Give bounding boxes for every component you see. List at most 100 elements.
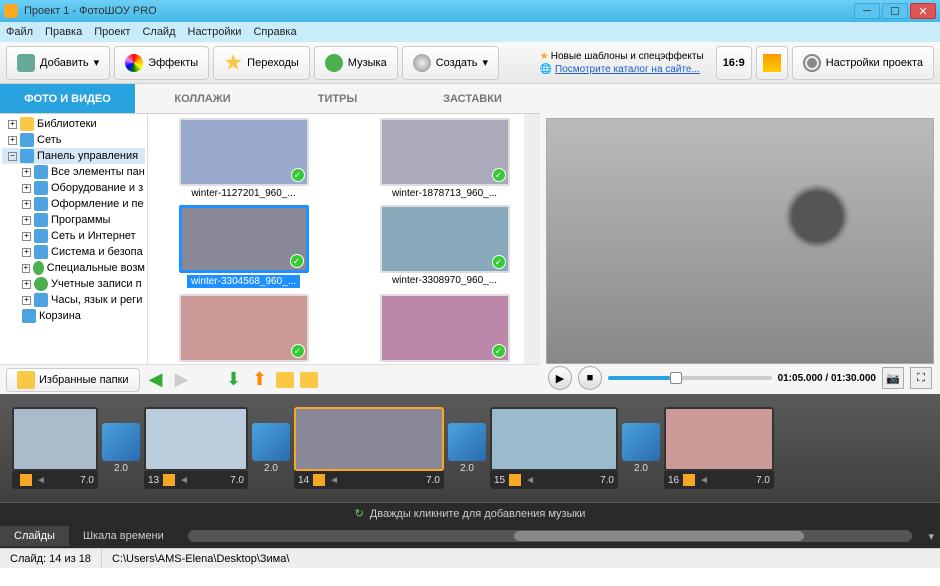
thumbnail-label: winter-3308970_960_...	[392, 275, 497, 286]
preview-video[interactable]	[546, 118, 934, 364]
menu-Проект[interactable]: Проект	[94, 26, 130, 38]
timeline-slide[interactable]: ◄ 7.0	[12, 407, 98, 489]
down-arrow-icon[interactable]: ⬇	[224, 370, 244, 390]
tree-item[interactable]: Корзина	[2, 308, 145, 324]
thumbnail[interactable]: ✓winter-1878713_960_...	[353, 118, 536, 199]
menu-Слайд[interactable]: Слайд	[142, 26, 175, 38]
timeline-slide[interactable]: 14 ◄ 7.0	[294, 407, 444, 489]
thumbnail[interactable]: ✓woman-3083400_960_...	[353, 294, 536, 364]
expand-icon[interactable]: +	[22, 280, 31, 289]
menu-Справка[interactable]: Справка	[253, 26, 296, 38]
timeline-scrollbar[interactable]	[188, 530, 913, 542]
folder-up-icon[interactable]	[300, 372, 318, 388]
transition-duration: 2.0	[264, 463, 278, 474]
color-button[interactable]	[756, 46, 788, 80]
tab-0[interactable]: ФОТО И ВИДЕО	[0, 84, 135, 114]
expand-icon[interactable]: +	[22, 200, 31, 209]
tree-item[interactable]: +Программы	[2, 212, 145, 228]
tree-item[interactable]: +Часы, язык и реги	[2, 292, 145, 308]
close-button[interactable]: ✕	[910, 3, 936, 19]
tree-item[interactable]: +Библиотеки	[2, 116, 145, 132]
folder-down-icon[interactable]	[276, 372, 294, 388]
expand-icon[interactable]: +	[22, 264, 30, 273]
pencil-icon[interactable]	[313, 474, 325, 486]
effects-button[interactable]: Эффекты	[114, 46, 209, 80]
transition[interactable]: 2.0	[622, 423, 660, 474]
timeline-slide[interactable]: 13 ◄ 7.0	[144, 407, 248, 489]
folder-icon	[34, 229, 48, 243]
pencil-icon[interactable]	[20, 474, 32, 486]
up-arrow-icon[interactable]: ⬆	[250, 370, 270, 390]
tab-3[interactable]: ЗАСТАВКИ	[405, 84, 540, 114]
transition[interactable]: 2.0	[102, 423, 140, 474]
warning-icon: ◄	[699, 475, 709, 486]
minimize-button[interactable]: ─	[854, 3, 880, 19]
tree-item[interactable]: + Оформление и пе	[2, 196, 145, 212]
promo-block: ★Новые шаблоны и спецэффекты 🌐 Посмотрит…	[540, 51, 704, 75]
thumbnail[interactable]: ✓woman-589508_960_7...	[152, 294, 335, 364]
menu-Файл[interactable]: Файл	[6, 26, 33, 38]
timeline-track[interactable]: ◄ 7.0 2.013 ◄ 7.0 2.014 ◄ 7.0 2.015 ◄ 7.…	[0, 394, 940, 502]
aspect-button[interactable]: 16:9	[716, 46, 752, 80]
thumbs-scrollbar[interactable]	[524, 114, 540, 364]
folder-tree[interactable]: +Библиотеки+Сеть−Панель управления+Все э…	[0, 114, 148, 364]
snapshot-button[interactable]: 📷	[882, 367, 904, 389]
project-settings-button[interactable]: Настройки проекта	[792, 46, 934, 80]
expand-icon[interactable]: +	[22, 216, 31, 225]
transition[interactable]: 2.0	[448, 423, 486, 474]
tab-2[interactable]: ТИТРЫ	[270, 84, 405, 114]
transitions-button[interactable]: Переходы	[213, 46, 310, 80]
favorites-button[interactable]: Избранные папки	[6, 368, 140, 392]
thumbnail[interactable]: ✓winter-3308970_960_...	[353, 205, 536, 288]
expand-icon[interactable]: −	[8, 152, 17, 161]
pencil-icon[interactable]	[163, 474, 175, 486]
transition[interactable]: 2.0	[252, 423, 290, 474]
expand-icon[interactable]: +	[8, 136, 17, 145]
content-tabs: ФОТО И ВИДЕОКОЛЛАЖИТИТРЫЗАСТАВКИ	[0, 84, 540, 114]
create-button[interactable]: Создать ▾	[402, 46, 499, 80]
tree-item[interactable]: +Система и безопа	[2, 244, 145, 260]
expand-icon[interactable]: +	[22, 232, 31, 241]
tree-item[interactable]: +Специальные возм	[2, 260, 145, 276]
menu-Правка[interactable]: Правка	[45, 26, 82, 38]
timeline-tab-1[interactable]: Шкала времени	[69, 526, 178, 546]
expand-icon[interactable]: +	[8, 120, 17, 129]
thumbnail[interactable]: ✓winter-1127201_960_...	[152, 118, 335, 199]
tree-label: Оформление и пе	[51, 198, 144, 210]
timeline-slide[interactable]: 15 ◄ 7.0	[490, 407, 618, 489]
tree-item[interactable]: +Сеть	[2, 132, 145, 148]
music-button[interactable]: Музыка	[314, 46, 398, 80]
pencil-icon[interactable]	[683, 474, 695, 486]
slide-info-bar: ◄ 7.0	[12, 471, 98, 489]
maximize-button[interactable]: ☐	[882, 3, 908, 19]
chevron-down-icon[interactable]: ▾	[922, 530, 940, 543]
menu-Настройки[interactable]: Настройки	[188, 26, 242, 38]
scrollbar-thumb[interactable]	[514, 531, 804, 541]
stop-button[interactable]: ■	[578, 366, 602, 390]
timeline-slide[interactable]: 16 ◄ 7.0	[664, 407, 774, 489]
slide-info-bar: 14 ◄ 7.0	[294, 471, 444, 489]
pencil-icon[interactable]	[509, 474, 521, 486]
expand-icon[interactable]: +	[22, 184, 31, 193]
forward-icon[interactable]: ▶	[172, 370, 192, 390]
expand-icon[interactable]: +	[22, 168, 31, 177]
tab-1[interactable]: КОЛЛАЖИ	[135, 84, 270, 114]
seek-bar[interactable]	[608, 376, 772, 380]
music-track[interactable]: ↻ Дважды кликните для добавления музыки	[0, 502, 940, 524]
fullscreen-button[interactable]: ⛶	[910, 367, 932, 389]
promo-line-2[interactable]: 🌐 Посмотрите каталог на сайте...	[540, 64, 704, 75]
tree-item[interactable]: +Сеть и Интернет	[2, 228, 145, 244]
tree-item[interactable]: +Оборудование и з	[2, 180, 145, 196]
play-button[interactable]: ▶	[548, 366, 572, 390]
timeline-tab-0[interactable]: Слайды	[0, 526, 69, 546]
seek-knob[interactable]	[670, 372, 682, 384]
thumbnail[interactable]: ✓winter-3304568_960_...	[152, 205, 335, 288]
back-icon[interactable]: ◀	[146, 370, 166, 390]
expand-icon[interactable]: +	[22, 296, 31, 305]
add-button[interactable]: Добавить ▾	[6, 46, 110, 80]
tree-item[interactable]: −Панель управления	[2, 148, 145, 164]
tree-item[interactable]: +Учетные записи п	[2, 276, 145, 292]
transition-icon	[448, 423, 486, 461]
expand-icon[interactable]: +	[22, 248, 31, 257]
tree-item[interactable]: +Все элементы пан	[2, 164, 145, 180]
